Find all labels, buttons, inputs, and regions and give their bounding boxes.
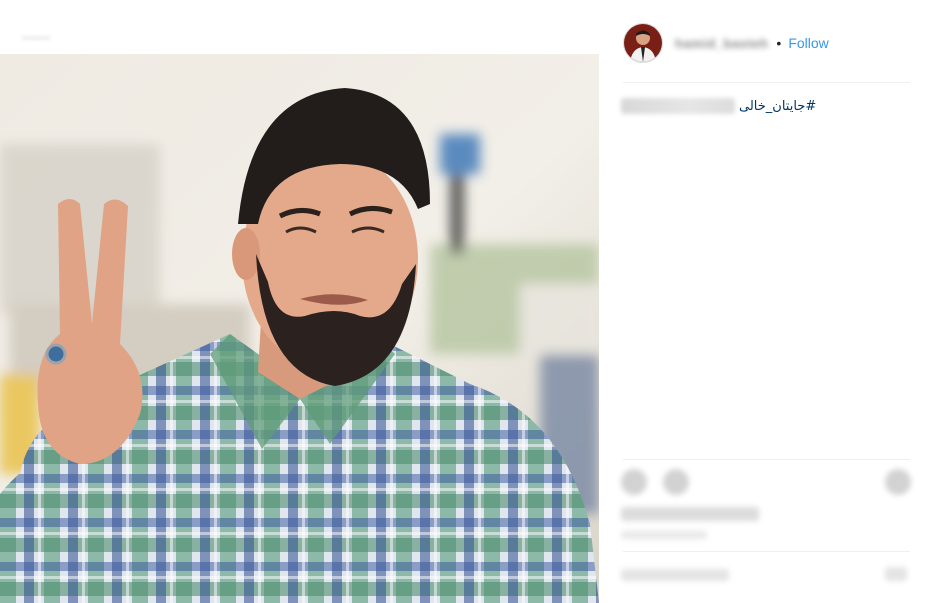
separator-dot: •: [776, 35, 782, 51]
blurred-caption-username: [621, 98, 735, 114]
header-divider: [623, 82, 910, 83]
caption-hashtag[interactable]: #جایتان_خالی: [739, 99, 816, 114]
post-header: hamid_basteh • Follow: [623, 22, 910, 64]
blurred-likes-count: [621, 507, 759, 521]
more-icon[interactable]: [885, 567, 907, 581]
blurred-timestamp: [621, 531, 707, 539]
like-icon[interactable]: [621, 469, 647, 495]
post-caption: #جایتان_خالی: [621, 96, 911, 116]
post-photo-illustration: [0, 54, 599, 603]
blurred-top-element: [22, 36, 50, 40]
comment-divider: [623, 551, 910, 552]
blurred-comment-input[interactable]: [621, 569, 729, 581]
avatar-image: [624, 24, 662, 62]
follow-button[interactable]: Follow: [788, 35, 828, 51]
post-actions-area: [599, 455, 932, 603]
instagram-post-view: hamid_basteh • Follow #جایتان_خالی: [0, 0, 932, 603]
comment-icon[interactable]: [663, 469, 689, 495]
post-photo[interactable]: [0, 54, 599, 603]
bookmark-icon[interactable]: [885, 469, 911, 495]
actions-divider: [623, 459, 910, 460]
avatar[interactable]: [623, 23, 663, 63]
post-side-panel: hamid_basteh • Follow #جایتان_خالی: [599, 0, 932, 603]
username[interactable]: hamid_basteh: [675, 36, 768, 51]
